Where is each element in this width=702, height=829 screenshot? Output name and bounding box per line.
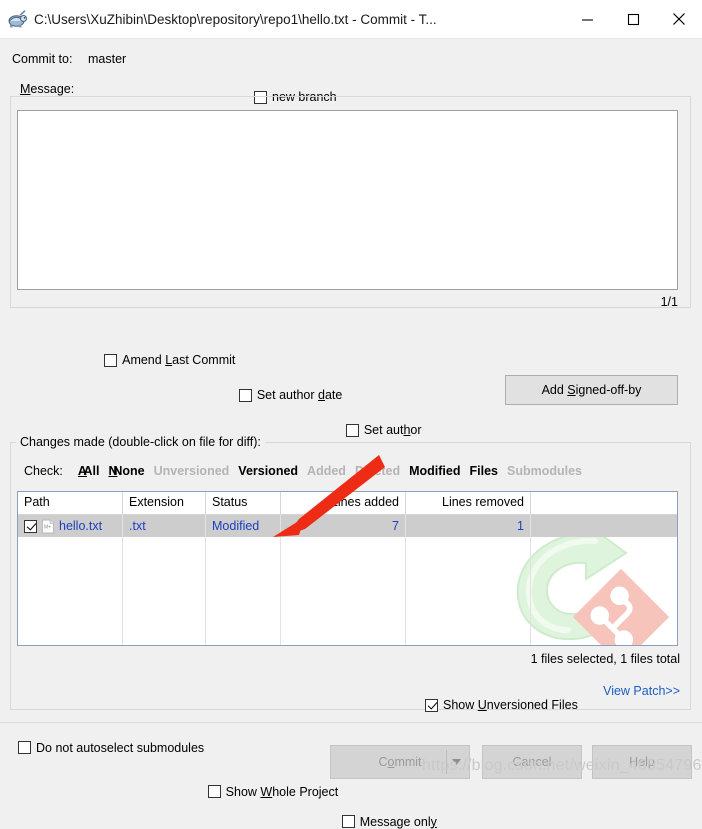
file-row-path: hello.txt: [59, 519, 103, 533]
file-row-path-cell[interactable]: M+ hello.txt: [18, 515, 123, 537]
check-filter-all[interactable]: AAll: [78, 464, 100, 478]
text-file-icon: M+: [42, 519, 54, 533]
check-filter-versioned[interactable]: Versioned: [238, 464, 298, 478]
show-whole-project-checkbox-box: [207, 785, 221, 798]
column-header-lines-added[interactable]: Lines added: [281, 492, 406, 514]
show-unversioned-files-label: Show Unversioned Files: [443, 698, 578, 712]
show-whole-project-label: Show Whole Project: [225, 784, 339, 799]
close-button[interactable]: [656, 0, 702, 38]
set-author-date-label: Set author date: [256, 388, 343, 402]
column-header-extension[interactable]: Extension: [123, 492, 206, 514]
message-only-checkbox-box: [341, 815, 355, 828]
amend-last-commit-checkbox-box: [104, 353, 118, 367]
set-author-date-checkbox-box: [238, 388, 252, 402]
set-author-label: Set author: [363, 423, 422, 437]
svg-text:M+: M+: [44, 524, 51, 530]
minimize-button[interactable]: [564, 0, 610, 38]
commit-to-branch[interactable]: master: [88, 52, 126, 66]
file-row-status: Modified: [206, 515, 281, 537]
amend-last-commit-label: Amend Last Commit: [122, 353, 236, 367]
table-row[interactable]: M+ hello.txt .txt Modified 7 1: [18, 515, 677, 537]
csdn-watermark: https://blog.csdn.net/weixin_46554796: [422, 757, 702, 774]
check-filter-deleted: Deleted: [354, 464, 401, 478]
column-header-filler: [531, 492, 677, 514]
file-row-lines-removed: 1: [406, 515, 531, 537]
message-only-checkbox[interactable]: Message only: [341, 814, 437, 829]
file-row-checkbox[interactable]: [24, 519, 37, 533]
file-row-filler: [531, 515, 677, 537]
tortoisegit-logo-watermark: [516, 525, 670, 645]
check-filter-added: Added: [307, 464, 346, 478]
footer-separator: [0, 722, 702, 723]
commit-message-input[interactable]: [17, 110, 678, 290]
show-whole-project-checkbox[interactable]: Show Whole Project: [207, 784, 339, 799]
check-filter-row: Check: AAll NNone Unversioned Versioned …: [24, 464, 582, 478]
check-filter-submodules: Submodules: [506, 464, 582, 478]
message-counter: 1/1: [660, 295, 678, 309]
commit-to-label: Commit to:: [12, 52, 72, 66]
check-filter-files[interactable]: Files: [469, 464, 498, 478]
set-author-checkbox[interactable]: Set author: [345, 423, 422, 437]
column-header-status[interactable]: Status: [206, 492, 281, 514]
add-signed-off-by-button[interactable]: Add Signed-off-by: [505, 375, 678, 405]
maximize-button[interactable]: [610, 0, 656, 38]
files-selected-count: 1 files selected, 1 files total: [530, 652, 680, 666]
add-signed-off-by-label: Add Signed-off-by: [541, 383, 642, 397]
window-title: C:\Users\XuZhibin\Desktop\repository\rep…: [34, 11, 437, 27]
message-group-label: Message:: [16, 82, 79, 96]
file-row-extension: .txt: [123, 515, 206, 537]
do-not-autoselect-submodules-label: Do not autoselect submodules: [36, 740, 205, 755]
file-row-lines-added: 7: [281, 515, 406, 537]
set-author-checkbox-box: [345, 423, 359, 437]
commit-to-caption: Commit to:: [12, 52, 73, 66]
amend-last-commit-checkbox[interactable]: Amend Last Commit: [104, 353, 235, 367]
message-group-label-rest: essage:: [30, 82, 75, 96]
show-unversioned-files-checkbox-box: [425, 698, 439, 712]
file-list-header: Path Extension Status Lines added Lines …: [18, 492, 677, 515]
view-patch-link[interactable]: View Patch>>: [603, 684, 680, 698]
changes-made-group-label: Changes made (double-click on file for d…: [16, 435, 265, 449]
show-unversioned-files-checkbox[interactable]: Show Unversioned Files: [425, 698, 578, 712]
check-caption: Check:: [24, 464, 63, 478]
message-group-label-key: M: [20, 82, 31, 96]
do-not-autoselect-submodules-checkbox-box: [18, 741, 31, 754]
set-author-date-checkbox[interactable]: Set author date: [238, 388, 343, 402]
branch-name: master: [88, 52, 127, 66]
check-filter-modified[interactable]: Modified: [409, 464, 460, 478]
message-only-label: Message only: [359, 814, 437, 829]
do-not-autoselect-submodules-checkbox[interactable]: Do not autoselect submodules: [18, 741, 204, 755]
tortoisegit-turtle-icon: [6, 8, 28, 30]
changed-files-list[interactable]: Path Extension Status Lines added Lines …: [17, 491, 678, 646]
check-filter-unversioned: Unversioned: [153, 464, 230, 478]
commit-button-label: Commit: [378, 755, 422, 769]
column-header-lines-removed[interactable]: Lines removed: [406, 492, 531, 514]
column-header-path[interactable]: Path: [18, 492, 123, 514]
check-filter-none[interactable]: NNone: [108, 464, 144, 478]
window-titlebar: C:\Users\XuZhibin\Desktop\repository\rep…: [0, 0, 702, 39]
